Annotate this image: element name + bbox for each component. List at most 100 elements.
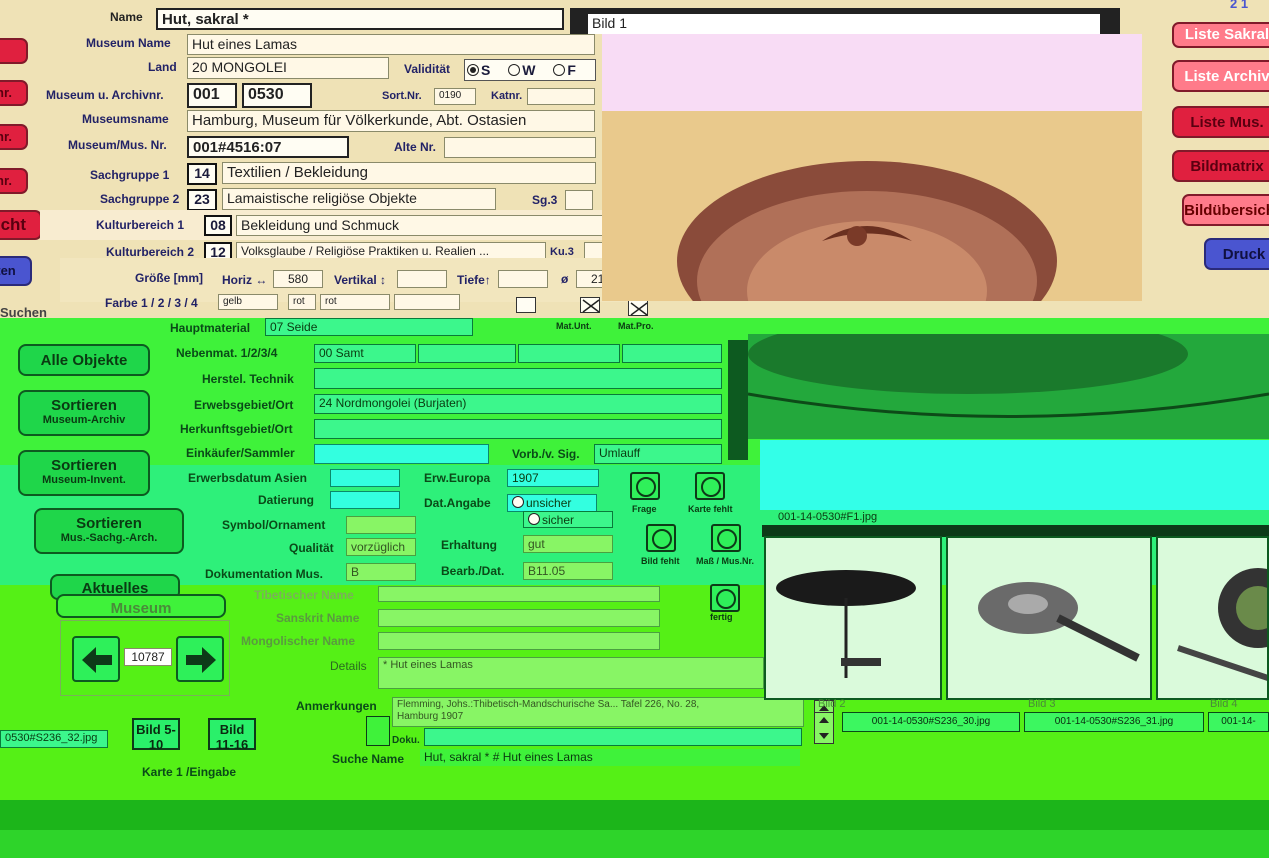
- qualitaet-field[interactable]: vorzüglich: [346, 538, 416, 556]
- sort-museum-archiv-button[interactable]: Sortieren Museum-Archiv: [18, 390, 150, 436]
- mongol-field[interactable]: [378, 632, 660, 650]
- doku-field[interactable]: [424, 728, 802, 746]
- museum-button[interactable]: Museum: [56, 594, 226, 618]
- farbe-3-field[interactable]: rot: [320, 294, 390, 310]
- radio-unsicher[interactable]: [512, 496, 524, 508]
- name-field[interactable]: Hut, sakral *: [156, 8, 564, 30]
- dat-sicher-option[interactable]: sicher: [523, 511, 613, 528]
- validity-radio-f[interactable]: [553, 64, 566, 76]
- farbe-1-field[interactable]: gelb: [218, 294, 278, 310]
- kultur1-label: Kulturbereich 1: [96, 218, 185, 232]
- hauptmaterial-field[interactable]: 07 Seide: [265, 318, 473, 336]
- bilduebersicht-button[interactable]: Bildübersicht: [1182, 194, 1269, 226]
- farbe-2-field[interactable]: rot: [288, 294, 316, 310]
- bearb-field[interactable]: B11.05: [523, 562, 613, 580]
- sort-museum-invent-button[interactable]: Sortieren Museum-Invent.: [18, 450, 150, 496]
- suche-name-field[interactable]: Hut, sakral * # Hut eines Lamas: [420, 749, 800, 766]
- bild-5-10-button[interactable]: Bild 5-10: [132, 718, 180, 752]
- herstel-field[interactable]: [314, 368, 722, 389]
- kultur1-field[interactable]: Bekleidung und Schmuck: [236, 215, 610, 236]
- erwerb-label: Erwebsgebiet/Ort: [194, 398, 294, 412]
- mass-checkbox[interactable]: [711, 524, 741, 552]
- nebenmat-4-field[interactable]: [622, 344, 722, 363]
- doku-scroll[interactable]: [814, 712, 834, 744]
- herkunft-field[interactable]: [314, 419, 722, 439]
- erwerb-field[interactable]: 24 Nordmongolei (Burjaten): [314, 394, 722, 414]
- dat-angabe-label: Dat.Angabe: [424, 496, 491, 510]
- nebenmat-1-field[interactable]: 00 Samt: [314, 344, 416, 363]
- left-red-button-1[interactable]: [0, 38, 28, 64]
- doku-box[interactable]: [366, 716, 390, 746]
- mus-nr-field[interactable]: 001#4516:07: [187, 136, 349, 158]
- left-red-button-5[interactable]: icht: [0, 210, 42, 240]
- anmerkungen-field[interactable]: Flemming, Johs.:Thibetisch-Mandschurisch…: [392, 697, 804, 727]
- liste-mus-button[interactable]: Liste Mus.: [1172, 106, 1269, 138]
- catnr-field[interactable]: [527, 88, 595, 105]
- nebenmat-3-field[interactable]: [518, 344, 620, 363]
- museum-name-label: Museum Name: [86, 36, 171, 50]
- previous-record-button[interactable]: [72, 636, 120, 682]
- record-number[interactable]: 10787: [124, 648, 172, 666]
- alle-objekte-button[interactable]: Alle Objekte: [18, 344, 150, 376]
- sachgruppe2-field[interactable]: Lamaistische religiöse Objekte: [222, 188, 496, 210]
- tibet-field[interactable]: [378, 586, 660, 602]
- sort-mus-sachg-button[interactable]: Sortieren Mus.-Sachg.-Arch.: [34, 508, 184, 554]
- alte-nr-field[interactable]: [444, 137, 596, 158]
- farbe-4-field[interactable]: [394, 294, 460, 310]
- sachgruppe1-number[interactable]: 14: [187, 163, 217, 185]
- archive-number-2[interactable]: 0530: [242, 83, 312, 108]
- tiefe-field[interactable]: [498, 270, 548, 288]
- fertig-checkbox[interactable]: [710, 584, 740, 612]
- left-blue-button[interactable]: ten: [0, 256, 32, 286]
- vorb-field[interactable]: Umlauff: [594, 444, 722, 464]
- vert-field[interactable]: [397, 270, 447, 288]
- mat-pro-checkbox-top[interactable]: [580, 297, 600, 313]
- details-field[interactable]: * Hut eines Lamas: [378, 657, 764, 689]
- druck-button[interactable]: Druck: [1204, 238, 1269, 270]
- bild-fehlt-checkbox[interactable]: [646, 524, 676, 552]
- sanskrit-label: Sanskrit Name: [276, 611, 360, 625]
- sachgruppe1-field[interactable]: Textilien / Bekleidung: [222, 162, 596, 184]
- bild-11-16-button[interactable]: Bild 11-16: [208, 718, 256, 752]
- land-field[interactable]: 20 MONGOLEI: [187, 57, 389, 79]
- erhaltung-field[interactable]: gut: [523, 535, 613, 553]
- thumbnail-3[interactable]: [1156, 536, 1269, 700]
- museum-name-field[interactable]: Hut eines Lamas: [187, 34, 595, 55]
- validity-radio-s[interactable]: [467, 64, 479, 76]
- dat-unsicher-option[interactable]: unsicher: [507, 494, 597, 512]
- sort-field[interactable]: 0190: [434, 88, 476, 105]
- hat-photo-icon: [602, 111, 1142, 301]
- left-red-button-2[interactable]: nr.: [0, 80, 28, 106]
- datierung-label: Datierung: [258, 493, 315, 507]
- kultur1-number[interactable]: 08: [204, 215, 232, 236]
- sachgruppe2-number[interactable]: 23: [187, 189, 217, 211]
- mat-unt-checkbox[interactable]: [516, 297, 536, 313]
- radio-sicher[interactable]: [528, 513, 540, 525]
- left-red-button-4[interactable]: nr.: [0, 168, 28, 194]
- doku-mus-field[interactable]: B: [346, 563, 416, 581]
- left-red-button-3[interactable]: nr.: [0, 124, 28, 150]
- bildmatrix-button[interactable]: Bildmatrix: [1172, 150, 1269, 182]
- frage-checkbox[interactable]: [630, 472, 660, 500]
- nebenmat-2-field[interactable]: [418, 344, 516, 363]
- karte-fehlt-checkbox[interactable]: [695, 472, 725, 500]
- liste-archiv-button[interactable]: Liste Archiv: [1172, 60, 1269, 92]
- einkaeufer-field[interactable]: [314, 444, 489, 464]
- thumb-file-2: 001-14-0530#S236_31.jpg: [1024, 712, 1204, 732]
- datierung-field[interactable]: [330, 491, 400, 509]
- validity-radio-w[interactable]: [508, 64, 521, 76]
- thumbnail-2[interactable]: [946, 536, 1152, 700]
- archive-number-1[interactable]: 001: [187, 83, 237, 108]
- horiz-field[interactable]: 580: [273, 270, 323, 288]
- mat-pro-checkbox[interactable]: [628, 300, 648, 316]
- symbol-field[interactable]: [346, 516, 416, 534]
- liste-sakral-button[interactable]: Liste Sakral: [1172, 22, 1269, 48]
- thumbnail-1[interactable]: [764, 536, 942, 700]
- sanskrit-field[interactable]: [378, 609, 660, 627]
- museumsname-field[interactable]: Hamburg, Museum für Völkerkunde, Abt. Os…: [187, 110, 595, 132]
- next-record-button[interactable]: [176, 636, 224, 682]
- sg3-field[interactable]: [565, 190, 593, 210]
- erwerbsdatum-field[interactable]: [330, 469, 400, 487]
- validity-radio-group[interactable]: S W F: [464, 59, 596, 81]
- erw-europa-field[interactable]: 1907: [507, 469, 599, 487]
